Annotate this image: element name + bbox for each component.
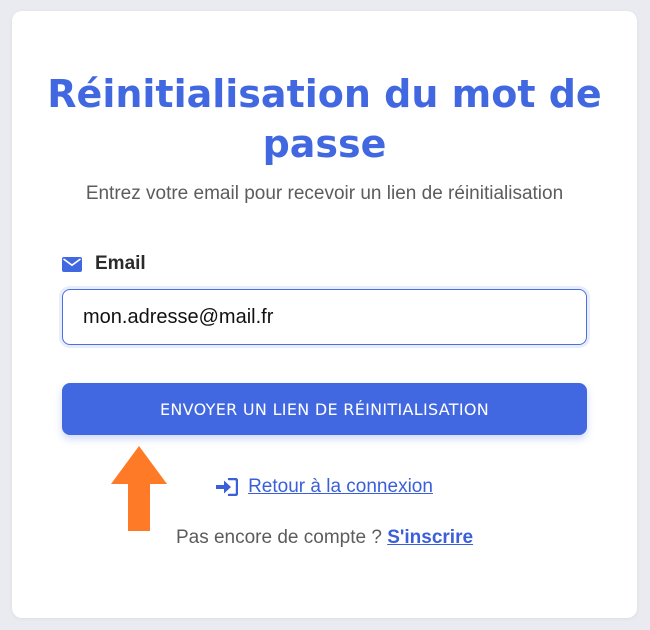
back-to-login-link[interactable]: Retour à la connexion xyxy=(216,476,433,498)
email-label-row: Email xyxy=(62,252,146,276)
sign-in-icon xyxy=(216,478,248,496)
signup-prompt: Pas encore de compte ? xyxy=(175,527,388,548)
back-to-login-row: Retour à la connexion xyxy=(12,476,637,502)
back-to-login-label: Retour à la connexion xyxy=(248,476,433,497)
page-title: Réinitialisation du mot de passe xyxy=(47,72,602,166)
email-field[interactable] xyxy=(62,289,587,345)
envelope-icon xyxy=(62,256,82,272)
page-subtitle: Entrez votre email pour recevoir un lien… xyxy=(85,183,564,204)
reset-password-card: Réinitialisation du mot de passe Entrez … xyxy=(12,11,637,618)
email-label: Email xyxy=(95,253,146,274)
signup-link[interactable]: S'inscrire xyxy=(387,527,473,548)
signup-row: Pas encore de compte ? S'inscrire xyxy=(12,527,637,549)
send-reset-link-button[interactable]: ENVOYER UN LIEN DE RÉINITIALISATION xyxy=(62,383,587,435)
